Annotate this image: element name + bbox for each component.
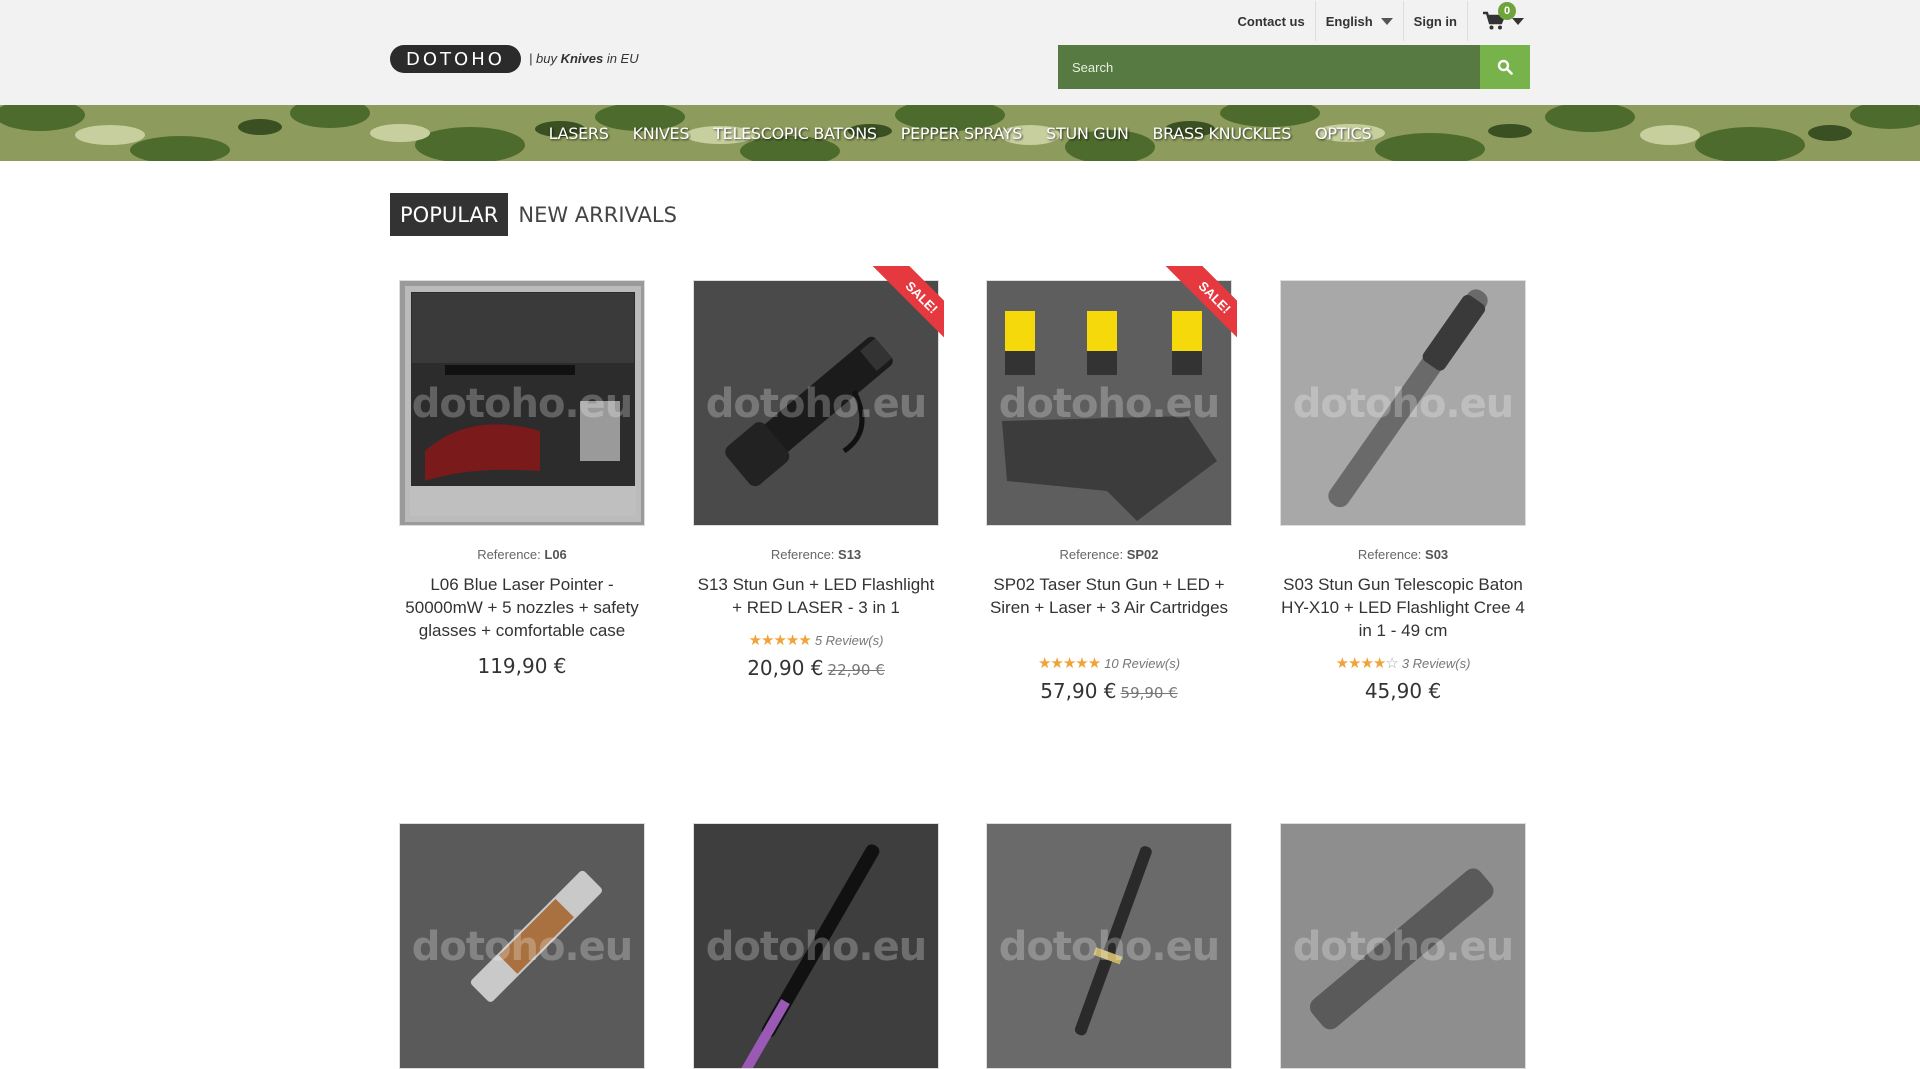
nav-item-lasers[interactable]: LASERS (537, 124, 621, 143)
search-icon (1497, 59, 1513, 75)
language-selector[interactable]: English (1316, 0, 1403, 42)
product-price: 119,90 € (390, 654, 654, 678)
product-rating: ★★★★★ 10 Review(s) (977, 654, 1241, 672)
watermark-text: dotoho.eu (1292, 381, 1514, 427)
nav-item-optics[interactable]: OPTICS (1303, 124, 1383, 143)
watermark-text: dotoho.eu (705, 924, 927, 970)
cart-button[interactable]: 0 (1468, 0, 1530, 42)
review-count: 5 Review(s) (814, 633, 884, 648)
product-name[interactable]: S03 Stun Gun Telescopic Baton HY-X10 + L… (1279, 573, 1527, 642)
product-name[interactable]: L06 Blue Laser Pointer - 50000mW + 5 noz… (398, 573, 646, 642)
product-name[interactable]: S13 Stun Gun + LED Flashlight + RED LASE… (692, 573, 940, 619)
star-rating-icon: ★★★★☆ (1335, 655, 1399, 672)
nav-item-pepper-sprays[interactable]: PEPPER SPRAYS (889, 124, 1034, 143)
product-name[interactable]: SP02 Taser Stun Gun + LED + Siren + Lase… (985, 573, 1233, 619)
product-image[interactable]: dotoho.eu (693, 823, 939, 1069)
nav-items: LASERS KNIVES TELESCOPIC BATONS PEPPER SPRA… (0, 105, 1920, 161)
watermark-text: dotoho.eu (1292, 924, 1514, 970)
main-nav: LASERS KNIVES TELESCOPIC BATONS PEPPER SPRA… (0, 105, 1920, 161)
watermark-text: dotoho.eu (411, 381, 633, 427)
watermark-text: dotoho.eu (705, 381, 927, 427)
product-tabs: POPULAR NEW ARRIVALS (390, 193, 687, 236)
watermark-text: dotoho.eu (998, 924, 1220, 970)
contact-link[interactable]: Contact us (1228, 0, 1315, 42)
product-image[interactable]: dotoho.eu (399, 823, 645, 1069)
star-rating-icon: ★★★★★ (748, 632, 812, 649)
tagline: | buy Knives in EU (529, 51, 639, 66)
product-reference: Reference: S03 (1357, 547, 1449, 562)
search-bar (1058, 45, 1530, 89)
watermark-text: dotoho.eu (998, 381, 1220, 427)
top-bar: Contact us English Sign in 0 (1228, 0, 1530, 42)
review-count: 10 Review(s) (1104, 656, 1181, 671)
product-rating: ★★★★★ 5 Review(s) (684, 631, 948, 649)
review-count: 3 Review(s) (1401, 656, 1471, 671)
site-header: Contact us English Sign in 0 DOTOHO | bu… (0, 0, 1920, 105)
product-image[interactable]: dotoho.eu (1280, 823, 1526, 1069)
tab-new-arrivals[interactable]: NEW ARRIVALS (508, 193, 687, 236)
product-reference: Reference: SP02 (1059, 547, 1159, 562)
old-price: 59,90 € (1120, 684, 1178, 702)
watermark-text: dotoho.eu (411, 924, 633, 970)
current-price: 20,90 € (747, 656, 824, 680)
product-price: 20,90 €22,90 € (684, 656, 948, 680)
star-rating-icon: ★★★★★ (1037, 655, 1101, 672)
language-label: English (1325, 13, 1373, 29)
product-price: 57,90 €59,90 € (977, 679, 1241, 703)
product-rating: ★★★★☆ 3 Review(s) (1271, 654, 1535, 672)
sale-ribbon: SALE! (854, 266, 944, 356)
product-reference: Reference: S13 (770, 547, 862, 562)
current-price: 119,90 € (477, 654, 567, 678)
nav-item-brass-knuckles[interactable]: BRASS KNUCKLES (1140, 124, 1303, 143)
chevron-down-icon (1380, 17, 1393, 25)
search-input[interactable] (1058, 45, 1480, 89)
product-reference: Reference: L06 (477, 547, 567, 562)
current-price: 45,90 € (1364, 679, 1442, 703)
search-button[interactable] (1480, 45, 1530, 89)
product-image[interactable]: dotoho.eu (399, 280, 645, 526)
signin-link[interactable]: Sign in (1404, 0, 1467, 42)
site-logo[interactable]: DOTOHO (390, 45, 521, 73)
product-price: 45,90 € (1271, 679, 1535, 703)
nav-item-knives[interactable]: KNIVES (621, 124, 702, 143)
nav-item-telescopic-batons[interactable]: TELESCOPIC BATONS (701, 124, 889, 143)
product-image[interactable]: dotoho.eu (986, 823, 1232, 1069)
sale-label: SALE! (1163, 266, 1237, 349)
product-image[interactable]: dotoho.eu (1280, 280, 1526, 526)
chevron-down-icon (1512, 17, 1524, 25)
sale-ribbon: SALE! (1147, 266, 1237, 356)
nav-item-stun-gun[interactable]: STUN GUN (1034, 124, 1140, 143)
current-price: 57,90 € (1040, 679, 1117, 703)
sale-label: SALE! (870, 266, 944, 349)
old-price: 22,90 € (827, 661, 885, 679)
cart-count-badge: 0 (1498, 2, 1516, 20)
tab-popular[interactable]: POPULAR (390, 193, 509, 236)
